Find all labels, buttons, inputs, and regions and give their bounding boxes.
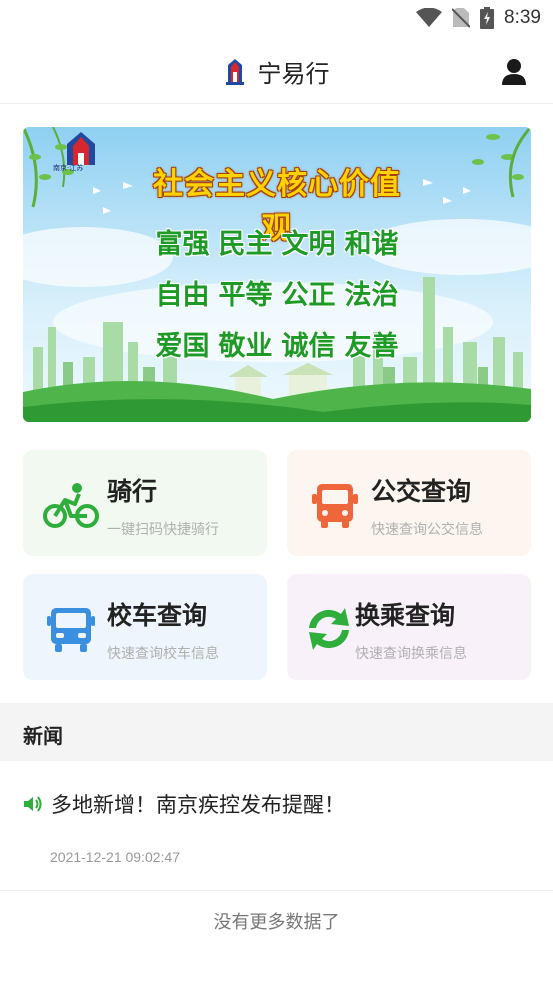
card-subtitle: 快速查询公交信息 bbox=[371, 522, 483, 538]
nanjing-logo bbox=[225, 58, 244, 85]
banner[interactable]: 南京·江苏 社会主义核心价值观 富强 民主 文明 和谐 自由 平等 公正 法治 … bbox=[23, 127, 531, 422]
card-title: 换乘查询 bbox=[355, 601, 456, 630]
card-title: 公交查询 bbox=[371, 477, 472, 506]
value-word: 友善 bbox=[344, 331, 399, 362]
value-word: 诚信 bbox=[281, 331, 336, 362]
school-bus-icon bbox=[47, 608, 95, 652]
news-timestamp: 2021-12-21 09:02:47 bbox=[50, 849, 180, 865]
school-bus-query-card[interactable]: 校车查询 快速查询校车信息 bbox=[23, 574, 267, 680]
bicycle-icon bbox=[43, 483, 99, 528]
value-word: 自由 bbox=[155, 280, 210, 311]
app-header: 宁易行 bbox=[0, 38, 553, 104]
end-of-list-text: 没有更多数据了 bbox=[213, 912, 340, 933]
card-subtitle: 快速查询换乘信息 bbox=[355, 646, 467, 662]
battery-charging-icon bbox=[480, 7, 495, 29]
transfer-icon bbox=[309, 608, 349, 650]
value-word: 文明 bbox=[281, 229, 336, 260]
banner-logo-text: 南京·江苏 bbox=[53, 164, 84, 172]
cycling-card[interactable]: 骑行 一键扫码快捷骑行 bbox=[23, 450, 267, 556]
status-time: 8:39 bbox=[504, 7, 541, 28]
user-icon[interactable] bbox=[499, 57, 529, 87]
value-word: 敬业 bbox=[218, 331, 273, 362]
news-section-header: 新闻 bbox=[0, 703, 553, 761]
news-section-title: 新闻 bbox=[23, 724, 63, 748]
card-subtitle: 快速查询校车信息 bbox=[107, 646, 219, 662]
value-word: 爱国 bbox=[155, 331, 210, 362]
card-subtitle: 一键扫码快捷骑行 bbox=[107, 522, 219, 538]
value-word: 和谐 bbox=[344, 229, 399, 260]
value-word: 平等 bbox=[218, 280, 273, 311]
wifi-icon bbox=[416, 8, 443, 27]
bus-query-card[interactable]: 公交查询 快速查询公交信息 bbox=[287, 450, 531, 556]
news-title: 多地新增！南京疾控发布提醒！ bbox=[51, 793, 345, 817]
card-title: 校车查询 bbox=[107, 601, 208, 630]
news-item[interactable]: 多地新增！南京疾控发布提醒！ 2021-12-21 09:02:47 bbox=[0, 761, 553, 891]
speaker-icon bbox=[24, 796, 42, 812]
value-word: 公正 bbox=[281, 280, 336, 311]
status-bar: 8:39 bbox=[0, 0, 553, 38]
transfer-query-card[interactable]: 换乘查询 快速查询换乘信息 bbox=[287, 574, 531, 680]
core-values-grid: 富强 民主 文明 和谐 自由 平等 公正 法治 爱国 敬业 诚信 友善 bbox=[151, 222, 403, 363]
bus-icon bbox=[312, 484, 358, 528]
value-word: 法治 bbox=[344, 280, 399, 311]
card-title: 骑行 bbox=[107, 477, 158, 506]
no-sim-icon bbox=[452, 8, 471, 28]
value-word: 民主 bbox=[218, 229, 273, 260]
page-title: 宁易行 bbox=[257, 60, 330, 88]
value-word: 富强 bbox=[155, 229, 210, 260]
